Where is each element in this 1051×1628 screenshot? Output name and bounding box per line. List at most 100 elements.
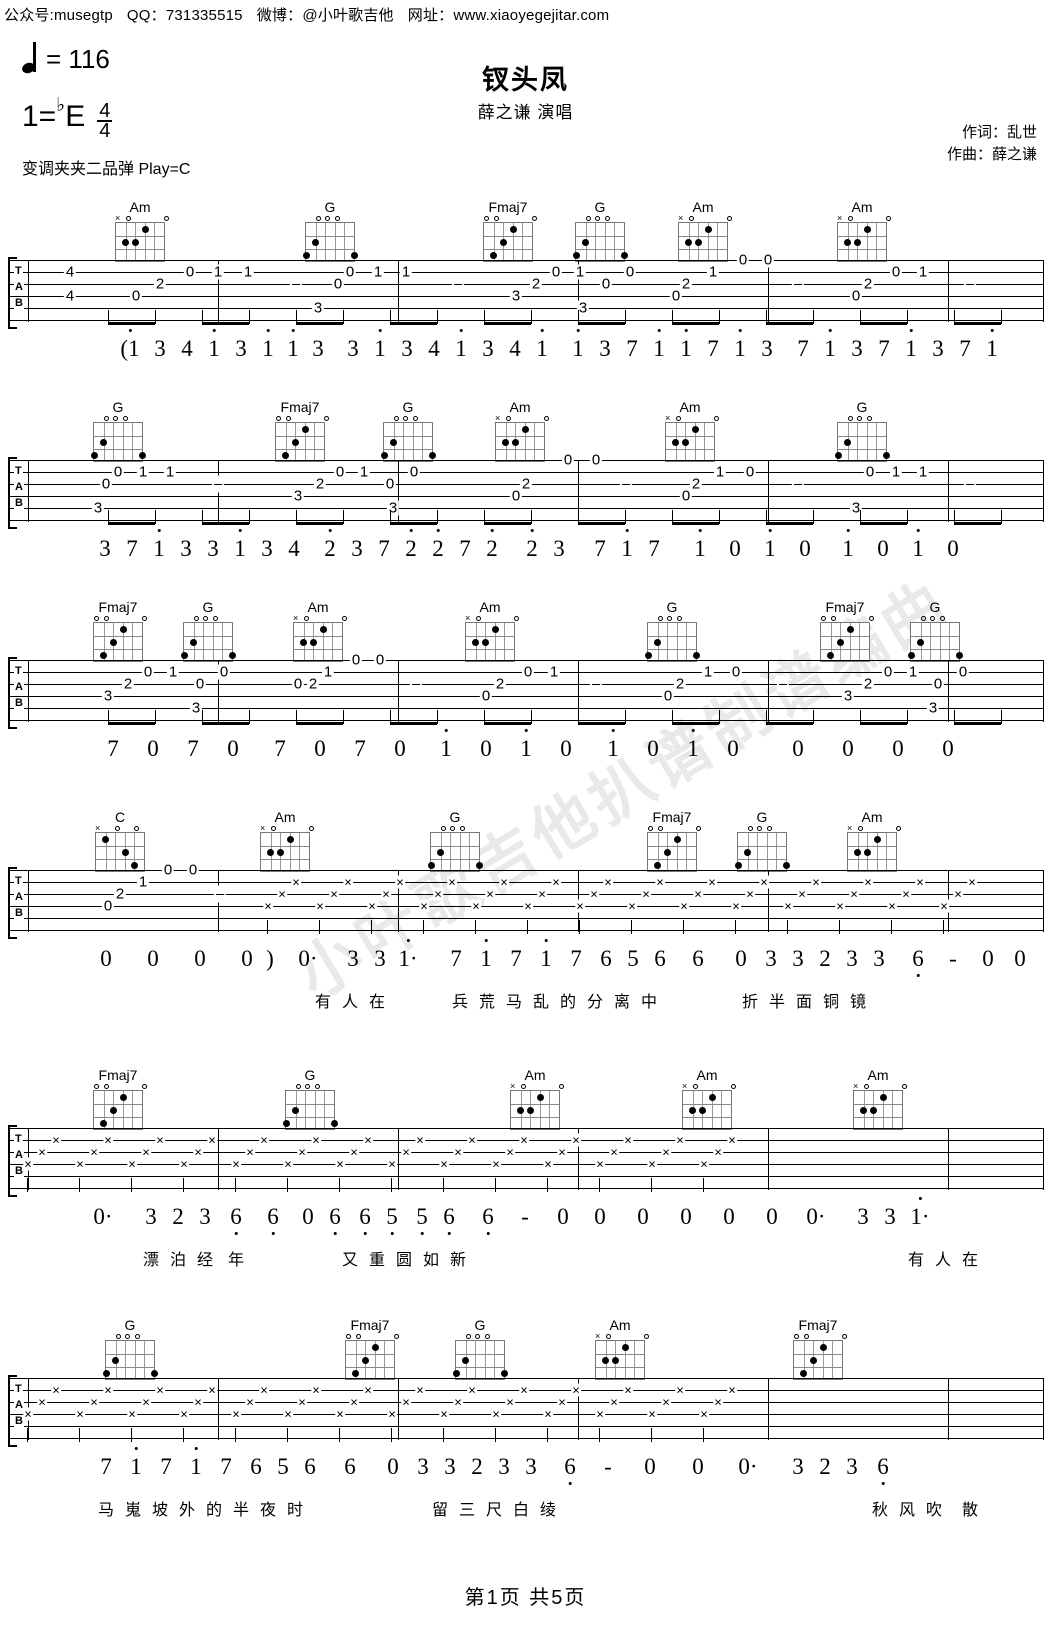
chord-row: Fmaj7 G Am × Am × G Fmaj7 G <box>0 600 1051 662</box>
strum-mark: × <box>343 874 353 890</box>
finger-dot <box>428 452 436 459</box>
fretboard-grid <box>483 222 533 262</box>
jianpu-note: 0 <box>877 536 889 561</box>
tab-fret-number: 3 <box>101 687 115 705</box>
open-string-icon <box>465 1334 471 1339</box>
strum-mark: × <box>283 1156 293 1172</box>
strum-mark: × <box>505 1394 515 1410</box>
lyrics-row: 马嵬坡外的半夜时 留三尺白绫 秋风吹 散 <box>8 1496 1043 1522</box>
jianpu-note: 6 <box>912 946 924 977</box>
staff-system: G Fmaj7 G Am × Fmaj7 T A B × × × × × × × × × × × × × × × × × × × × × ×… <box>0 1318 1051 1522</box>
fretboard-grid <box>93 1090 143 1130</box>
strum-mark: × <box>155 1382 165 1398</box>
fret-line <box>838 249 886 250</box>
tab-letter: B <box>14 907 24 919</box>
lyric-syllable: 马 <box>97 1502 115 1519</box>
chord-name: Fmaj7 <box>798 1317 838 1333</box>
strum-mark: × <box>485 886 495 902</box>
strum-mark: × <box>551 874 561 890</box>
note-stem <box>531 310 533 324</box>
note-stem <box>443 1178 445 1192</box>
note-stem <box>183 1428 185 1442</box>
fretboard-grid <box>595 1340 645 1380</box>
barline <box>948 260 949 322</box>
tab-fret-number: 1 <box>713 463 727 481</box>
fret-line <box>116 249 164 250</box>
open-string-icon <box>115 826 121 831</box>
note-stem <box>343 310 345 324</box>
finger-dot <box>472 639 480 646</box>
open-string-icon <box>604 216 610 221</box>
barline <box>768 460 769 522</box>
beam <box>296 322 343 325</box>
tab-letter: A <box>14 891 24 903</box>
strum-mark: × <box>467 1382 477 1398</box>
open-string-markers <box>910 615 960 622</box>
strum-mark: × <box>439 1406 449 1422</box>
octave-up-dot <box>576 329 580 332</box>
lyric-syllable: 镜 <box>849 994 867 1011</box>
strum-mark: × <box>179 1406 189 1422</box>
lyric-syllable: 人 <box>341 994 359 1011</box>
jianpu-note: 3 <box>884 1204 896 1229</box>
string-line <box>469 833 471 871</box>
finger-dot <box>699 1107 706 1114</box>
finger-dot <box>673 836 681 843</box>
strum-mark: × <box>641 886 651 902</box>
chord-name: G <box>124 1317 136 1333</box>
open-string-icon <box>94 616 99 621</box>
fretboard-grid <box>837 222 887 262</box>
tab-line <box>8 720 1043 721</box>
fret-line <box>94 449 142 450</box>
octave-up-dot <box>846 529 850 532</box>
finger-dot <box>292 1107 300 1114</box>
tab-letter: T <box>14 465 23 477</box>
chord-diagram: Am × <box>504 1068 566 1130</box>
jianpu-note: 0 <box>647 736 659 761</box>
fret-line <box>106 1367 154 1368</box>
open-string-icon <box>212 616 218 621</box>
tab-fret-number: 0 <box>881 663 895 681</box>
note-stem <box>703 1178 705 1192</box>
fretboard-grid <box>682 1090 732 1130</box>
finger-dot <box>512 439 519 446</box>
strum-mark: × <box>915 874 925 890</box>
tab-line <box>8 520 1043 521</box>
finger-dot <box>692 652 700 659</box>
note-stem <box>531 710 533 724</box>
note-stem <box>943 920 945 934</box>
chord-diagram: Am × <box>659 400 721 462</box>
strum-mark: × <box>387 1406 397 1422</box>
tab-fret-number: 1 <box>357 463 371 481</box>
string-line <box>305 1091 307 1129</box>
strum-mark: × <box>713 1144 723 1160</box>
jianpu-note: 0 <box>147 736 159 761</box>
open-string-icon <box>595 216 601 221</box>
chord-diagram: G <box>99 1318 161 1380</box>
note-stem <box>475 920 477 934</box>
open-string-icon <box>896 826 901 831</box>
open-string-icon <box>766 826 772 831</box>
chord-diagram: G <box>731 810 793 872</box>
tab-fret-number: 0 <box>849 287 863 305</box>
strum-mark: × <box>499 874 509 890</box>
jianpu-note: 1 <box>912 529 924 562</box>
lyric-syllable: 三 <box>458 1502 476 1519</box>
tab-fret-number: 3 <box>926 699 940 717</box>
string-line <box>325 223 327 261</box>
open-string-icon <box>314 1084 320 1089</box>
string-line <box>384 1341 386 1379</box>
finger-dot <box>475 862 483 869</box>
strum-mark: × <box>707 874 717 890</box>
octave-up-dot <box>738 329 742 332</box>
fret-line <box>106 1354 154 1355</box>
tab-rest: – <box>791 275 805 293</box>
qq-label: QQ：731335515 <box>126 6 243 24</box>
barline <box>768 660 769 722</box>
jianpu-note: 0 <box>982 946 994 971</box>
jianpu-note: 3 <box>374 946 386 971</box>
octave-down-dot <box>881 1482 885 1485</box>
note-stem <box>625 710 627 724</box>
beam <box>860 522 907 525</box>
tab-fret-number: 0 <box>193 675 207 693</box>
